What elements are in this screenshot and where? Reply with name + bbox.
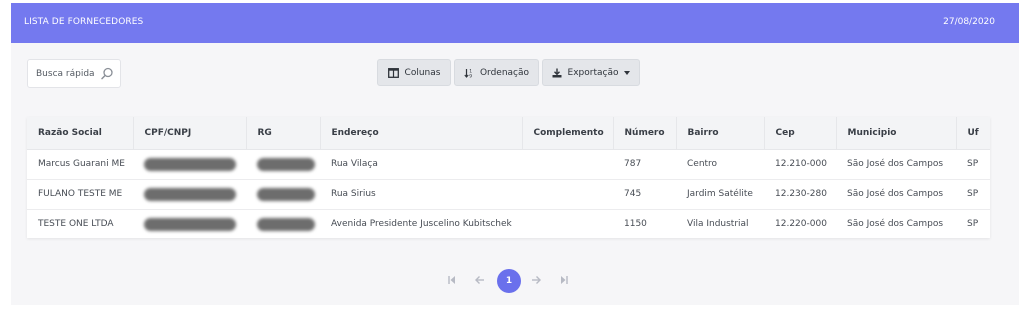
- header-date: 27/08/2020: [943, 17, 995, 27]
- cell-cep: 12.210-000: [764, 149, 836, 180]
- cell-cep: 12.220-000: [775, 219, 827, 230]
- search-placeholder: Busca rápida: [36, 69, 95, 79]
- redacted-cpf-cnpj: [144, 157, 236, 171]
- cell-complemento: [522, 149, 613, 180]
- current-page-button[interactable]: 1: [497, 269, 521, 293]
- redacted-rg: [257, 157, 315, 171]
- page-title: LISTA DE FORNECEDORES: [24, 17, 144, 27]
- cell-complemento: [522, 209, 613, 239]
- columns-button-label: Colunas: [404, 67, 441, 78]
- table-row[interactable]: FULANO TESTE ME Rua Sirius 745 Jardim Sa…: [27, 179, 990, 210]
- cell-uf: SP: [956, 149, 990, 180]
- redacted-cpf-cnpj: [144, 187, 236, 201]
- table-header-row: Razão Social CPF/CNPJ RG Endereço Comple…: [27, 117, 990, 150]
- cell-cpf-cnpj: [133, 179, 246, 210]
- column-header-rg[interactable]: RG: [246, 117, 321, 150]
- page-background: LISTA DE FORNECEDORES 27/08/2020 Busca r…: [0, 0, 1024, 309]
- column-header-uf[interactable]: Uf: [956, 117, 990, 150]
- redacted-cpf-cnpj: [144, 217, 236, 231]
- column-header-razao-social[interactable]: Razão Social: [27, 117, 134, 150]
- cell-razao-social: TESTE ONE LTDA: [38, 219, 114, 230]
- sort-button-label: Ordenação: [479, 67, 530, 78]
- search-icon[interactable]: [100, 67, 114, 81]
- cell-endereco: Avenida Presidente Juscelino Kubitschek: [331, 219, 512, 230]
- pagination: 1: [11, 267, 1019, 295]
- column-header-cpf-cnpj[interactable]: CPF/CNPJ: [133, 117, 247, 150]
- cell-rg: [246, 179, 320, 210]
- cell-uf: SP: [956, 179, 990, 210]
- last-page-icon[interactable]: [556, 272, 572, 288]
- cell-complemento: [522, 179, 613, 210]
- chevron-down-icon: [624, 70, 631, 75]
- cell-numero: 1150: [624, 219, 647, 230]
- sort-button[interactable]: 1 9 Ordenação: [454, 59, 539, 86]
- cell-numero: 745: [613, 179, 676, 210]
- column-header-cep[interactable]: Cep: [764, 117, 837, 150]
- columns-button[interactable]: Colunas: [377, 59, 451, 86]
- suppliers-table: Razão Social CPF/CNPJ RG Endereço Comple…: [27, 117, 990, 238]
- column-header-complemento[interactable]: Complemento: [522, 117, 614, 150]
- next-page-icon[interactable]: [528, 272, 544, 288]
- cell-bairro: Vila Industrial: [687, 219, 749, 230]
- cell-razao-social: FULANO TESTE ME: [27, 179, 133, 210]
- cell-cpf-cnpj: [133, 209, 246, 239]
- redacted-rg: [257, 187, 315, 201]
- cell-uf: SP: [967, 219, 979, 230]
- cell-razao-social: Marcus Guarani ME: [27, 149, 133, 180]
- cell-cpf-cnpj: [133, 149, 246, 180]
- cell-endereco: Rua Sirius: [320, 179, 522, 210]
- columns-icon: [387, 67, 399, 78]
- cell-endereco: Rua Vilaça: [320, 149, 522, 180]
- quick-search-input[interactable]: Busca rápida: [27, 59, 121, 88]
- column-header-municipio[interactable]: Municipio: [836, 117, 957, 150]
- cell-numero: 787: [613, 149, 676, 180]
- suppliers-panel: LISTA DE FORNECEDORES 27/08/2020 Busca r…: [11, 3, 1019, 305]
- svg-text:9: 9: [469, 73, 472, 78]
- download-icon: [552, 68, 562, 78]
- cell-bairro: Jardim Satélite: [676, 179, 764, 210]
- first-page-icon[interactable]: [444, 272, 460, 288]
- column-header-bairro[interactable]: Bairro: [676, 117, 765, 150]
- table-row[interactable]: TESTE ONE LTDA Avenida Presidente Juscel…: [27, 209, 990, 239]
- cell-municipio: São José dos Campos: [836, 149, 956, 180]
- cell-cep: 12.230-280: [764, 179, 836, 210]
- panel-header: LISTA DE FORNECEDORES 27/08/2020: [11, 3, 1019, 43]
- redacted-rg: [257, 217, 315, 231]
- previous-page-icon[interactable]: [472, 272, 488, 288]
- export-button-label: Exportação: [567, 67, 619, 78]
- cell-municipio: São José dos Campos: [836, 179, 956, 210]
- cell-rg: [246, 149, 320, 180]
- export-dropdown-button[interactable]: Exportação: [542, 59, 640, 86]
- cell-rg: [246, 209, 320, 239]
- cell-municipio: São José dos Campos: [847, 219, 944, 230]
- table-row[interactable]: Marcus Guarani ME Rua Vilaça 787 Centro …: [27, 149, 990, 180]
- column-header-numero[interactable]: Número: [613, 117, 677, 150]
- cell-bairro: Centro: [676, 149, 764, 180]
- column-header-endereco[interactable]: Endereço: [320, 117, 523, 150]
- sort-icon: 1 9: [464, 68, 474, 78]
